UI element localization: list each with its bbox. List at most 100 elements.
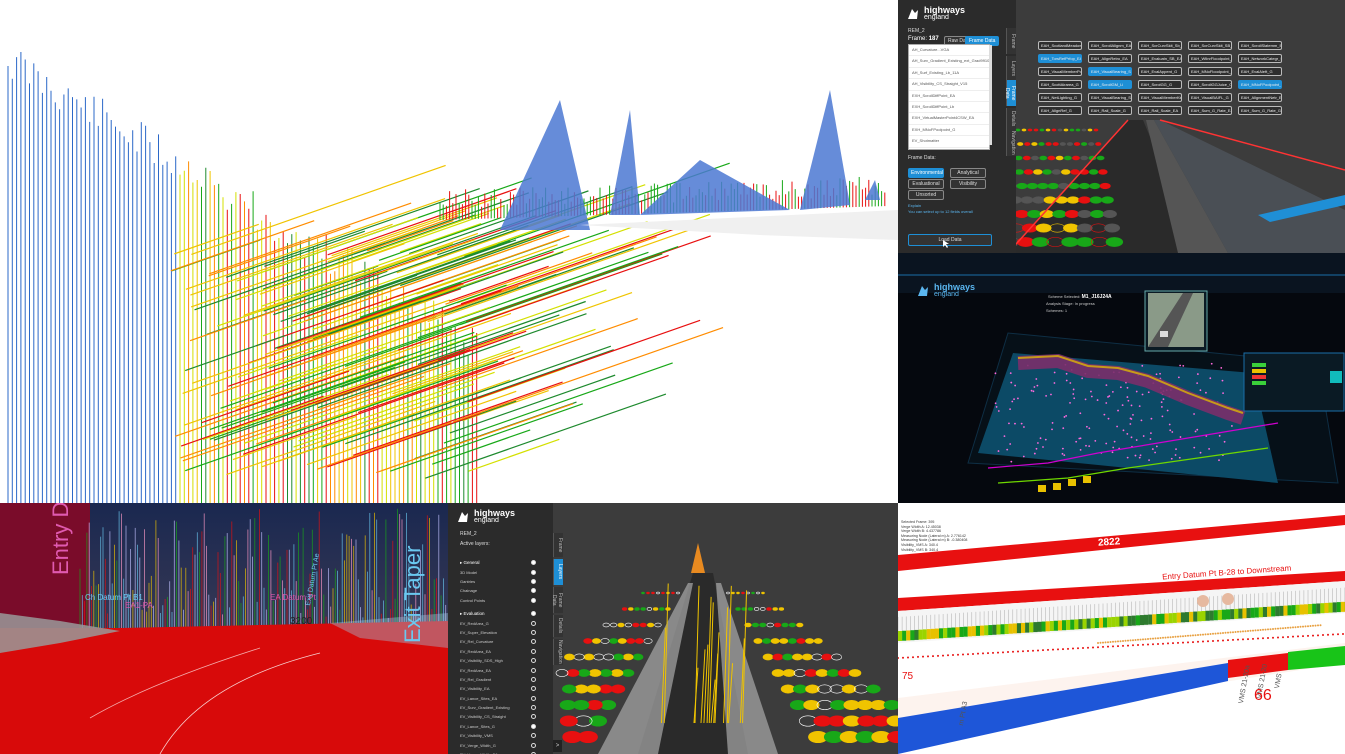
field-list-item[interactable]: EXH_MNoFPoolpoint_G xyxy=(909,125,989,137)
tag-button[interactable]: EAH_WtlnrFloodpoint_EA xyxy=(1188,54,1232,63)
tag-button[interactable]: EAH_ScrCurvSkit_SB_EA xyxy=(1188,41,1232,50)
layer-row[interactable]: EV_Verge_Width_G xyxy=(460,740,540,749)
tag-button[interactable]: EAH_ScotlandMeadows xyxy=(1038,41,1082,50)
layer-toggle[interactable] xyxy=(531,676,536,682)
layers-tab-navigation[interactable]: Navigation xyxy=(553,639,563,665)
layers-tab-frame-data[interactable]: Frame Data xyxy=(551,587,563,613)
layer-toggle[interactable] xyxy=(531,705,536,711)
tab-frame-data[interactable]: Frame Data xyxy=(1004,80,1016,106)
field-list-item[interactable]: EXH_VirtualMasterPoint4CSW_EA xyxy=(909,113,989,125)
tag-button[interactable]: EAH_TorsRefPrfop_EA xyxy=(1038,54,1082,63)
layer-row[interactable]: EV_RedArea_EA xyxy=(460,647,540,656)
tag-button[interactable]: EAH_EvalAppent_G xyxy=(1138,67,1182,76)
chip-analytical[interactable]: Analytical xyxy=(950,168,986,178)
layer-toggle[interactable] xyxy=(531,620,536,626)
layer-toggle[interactable] xyxy=(531,667,536,673)
tag-button[interactable]: EAH_ScrollAlignm_EA xyxy=(1088,41,1132,50)
tag-button[interactable]: EAH_ScrollGM_Li xyxy=(1088,80,1132,89)
layers-tab-frame[interactable]: Frame xyxy=(553,533,563,557)
tag-button[interactable]: EAH_EvalAleft_G xyxy=(1238,67,1282,76)
evaluation-toggle[interactable] xyxy=(531,611,536,617)
general-toggle[interactable] xyxy=(531,560,536,566)
tab-frame[interactable]: Frame xyxy=(1006,28,1016,54)
layer-row[interactable]: EV_Visibility_VMS xyxy=(460,731,540,740)
layer-toggle[interactable] xyxy=(531,569,536,575)
layer-toggle[interactable] xyxy=(531,723,536,729)
tag-button[interactable]: EAH_Rail_Scale_G xyxy=(1088,106,1132,115)
layer-row[interactable]: EV_Rel_Curvature xyxy=(460,637,540,646)
tag-button[interactable]: EAH_ScrCurvSkit_Sb_EA xyxy=(1138,41,1182,50)
layer-row[interactable]: EV_Super_Elevation xyxy=(460,628,540,637)
tag-button[interactable]: EAH_VisualMemberPoint_SB xyxy=(1038,67,1082,76)
field-list-item[interactable]: EXH_ScrollDiffPoint_EA xyxy=(909,91,989,102)
field-list[interactable]: AH_Curvature...VGA AH_Surv_Gradient_Exist… xyxy=(908,44,990,150)
tag-button[interactable]: EAH_VisualBAIFL_G xyxy=(1188,93,1232,102)
layer-row[interactable]: EV_Rel_Gradient xyxy=(460,675,540,684)
general-header[interactable]: ▸ General xyxy=(460,558,540,567)
tag-button[interactable]: EAH_Rail_Scale_EA xyxy=(1138,106,1182,115)
collapse-button[interactable]: > xyxy=(553,740,562,752)
layer-toggle[interactable] xyxy=(531,597,536,603)
tab-details[interactable]: Details xyxy=(1006,108,1016,130)
layer-toggle[interactable] xyxy=(531,578,536,584)
layer-row[interactable]: Chainage xyxy=(460,586,540,595)
field-list-item[interactable]: EV_Visibility_RD770B_LOD_5 xyxy=(909,148,989,149)
layers-tab-layers[interactable]: Layers xyxy=(553,559,563,585)
chip-environmental[interactable]: Environmental xyxy=(908,168,944,178)
chip-visibility[interactable]: Visibility xyxy=(950,179,986,189)
layer-toggle[interactable] xyxy=(531,658,536,664)
layer-toggle[interactable] xyxy=(531,648,536,654)
field-list-item[interactable]: EV_Shotmatter xyxy=(909,136,989,148)
tag-button[interactable]: EAH_MNoFPoolpoint_G xyxy=(1238,80,1282,89)
tag-button[interactable]: EAH_Evaluatn_SB_EA xyxy=(1138,54,1182,63)
layer-toggle[interactable] xyxy=(531,742,536,748)
layer-toggle[interactable] xyxy=(531,639,536,645)
chip-unsorted[interactable]: Unsorted xyxy=(908,190,944,200)
layer-row[interactable]: EV_Visibility_EA xyxy=(460,684,540,693)
layer-row[interactable]: EV_Lance_Sites_EA xyxy=(460,694,540,703)
3d-analysis-view[interactable] xyxy=(0,0,898,503)
layer-row[interactable]: 3D Model xyxy=(460,567,540,576)
layer-row[interactable]: EV_Lance_Sites_G xyxy=(460,722,540,731)
tag-button[interactable]: EAH_NetLighting_G xyxy=(1038,93,1082,102)
layer-toggle[interactable] xyxy=(531,629,536,635)
tab-layers[interactable]: Layers xyxy=(1006,56,1016,82)
layer-row[interactable]: EV_Surv_Gradient_Existing xyxy=(460,703,540,712)
layer-toggle[interactable] xyxy=(531,695,536,701)
layer-row[interactable]: EV_Visibility_SDS_High xyxy=(460,656,540,665)
layer-toggle[interactable] xyxy=(531,733,536,739)
layer-toggle[interactable] xyxy=(531,714,536,720)
layer-row[interactable]: EV_RedArea_G xyxy=(460,618,540,627)
tag-button[interactable]: EAH_Sum_G_Rate_EA xyxy=(1188,106,1232,115)
tag-button[interactable]: EAH_ScrollGGJuice_G xyxy=(1188,80,1232,89)
layers-tab-details[interactable]: Details xyxy=(553,615,563,637)
list-scrollbar[interactable] xyxy=(989,45,992,145)
tag-button[interactable]: EAH_Sum_G_Rate_G xyxy=(1238,106,1282,115)
field-list-item[interactable]: AH_Surv_Gradient_Existing_ext_Grad9910_R… xyxy=(909,56,989,68)
chip-evaluational[interactable]: Evaluational xyxy=(908,179,944,189)
tag-button[interactable]: EAH_VisualMemberKind2 xyxy=(1138,93,1182,102)
tag-button[interactable]: EAH_MNoFloodpoint_SB xyxy=(1188,67,1232,76)
field-list-item[interactable]: AH_Surf_Existing_Lb_11A xyxy=(909,68,989,80)
tag-button[interactable]: EAH_VisualBearing_SB_EA xyxy=(1088,67,1132,76)
field-list-item[interactable]: EXH_ScrollDiffPoint_Lb xyxy=(909,102,989,114)
layer-row[interactable]: Gantries xyxy=(460,577,540,586)
layer-toggle[interactable] xyxy=(531,686,536,692)
load-data-button[interactable]: Load Data xyxy=(908,234,992,246)
tag-button[interactable]: EAH_ScrollSlatemm_EA xyxy=(1238,41,1282,50)
field-list-item[interactable]: AH_Curvature...VGA xyxy=(909,45,989,57)
tag-button[interactable]: EAH_AlignRef_G xyxy=(1038,106,1082,115)
layer-row[interactable]: EV_Verge_Width_EA xyxy=(460,750,540,754)
tag-button[interactable]: EAH_AlignRetro_EA xyxy=(1088,54,1132,63)
field-list-item[interactable]: AH_Visibility_CS_Straight_V15 xyxy=(909,79,989,91)
layer-row[interactable]: EV_Visibility_CS_Straight xyxy=(460,712,540,721)
tag-button[interactable]: EAH_ScrolGG_G xyxy=(1138,80,1182,89)
layer-row[interactable]: EV_RedArea_EA xyxy=(460,665,540,674)
tag-button[interactable]: EAH_NetworkCategr_SB_EA xyxy=(1238,54,1282,63)
layer-row[interactable]: Control Points xyxy=(460,596,540,605)
tag-button[interactable]: EAH_ScottAirarea_G xyxy=(1038,80,1082,89)
tab-navigation[interactable]: Navigation xyxy=(1006,130,1016,156)
tag-button[interactable]: EAH_AlignmentNetr_EA xyxy=(1238,93,1282,102)
tag-button[interactable]: EAH_VisualBearing_SB_G xyxy=(1088,93,1132,102)
layer-toggle[interactable] xyxy=(531,588,536,594)
